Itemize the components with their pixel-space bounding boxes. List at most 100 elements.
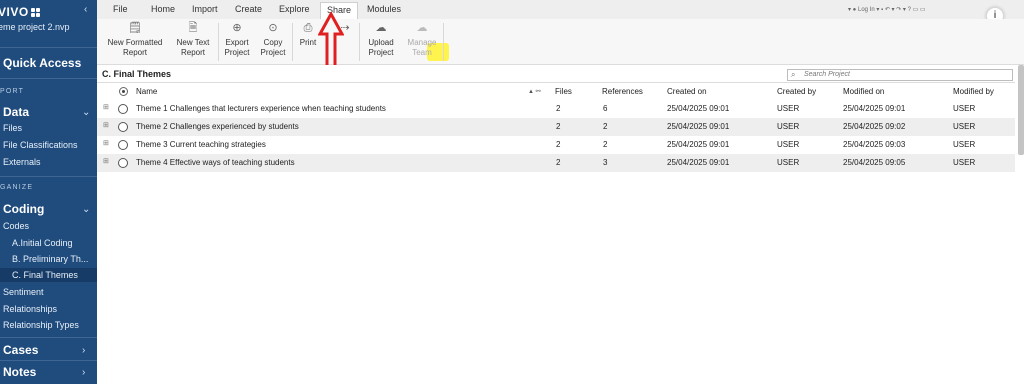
window-controls-icon[interactable]: ▾ ▪ ↶ ▾ ↷ ▾ ? ▭ ▭ <box>876 7 925 13</box>
logo-dots-icon <box>30 7 40 17</box>
row-modified-by: USER <box>953 158 976 167</box>
search-project-input[interactable]: ⌕ Search Project <box>787 69 1013 81</box>
row-modified-by: USER <box>953 104 976 113</box>
sidebar-item-externals[interactable]: Externals <box>3 157 41 167</box>
row-modified-on: 25/04/2025 09:05 <box>843 158 906 167</box>
divider <box>0 47 97 48</box>
manage-team-button[interactable]: ☁ Manage Team <box>404 21 440 58</box>
report-icon: 🗒 <box>128 22 142 34</box>
expand-icon[interactable]: ⊞ <box>103 139 109 147</box>
divider <box>292 23 293 61</box>
chevron-down-icon[interactable]: ⌄ <box>82 107 90 118</box>
row-files: 2 <box>556 140 561 149</box>
group-notes-title[interactable]: Notes <box>3 365 36 379</box>
col-references[interactable]: References <box>602 87 643 96</box>
sidebar-item-preliminary-themes[interactable]: B. Preliminary Th... <box>12 254 88 264</box>
list-view: C. Final Themes ⌕ Search Project Name ▲ … <box>97 65 1024 384</box>
printer-icon: ⎙ <box>303 22 313 34</box>
row-created-on: 25/04/2025 09:01 <box>667 122 730 131</box>
collapse-sidebar-icon[interactable]: ‹ <box>84 4 87 15</box>
export-project-button[interactable]: ⊕ Export Project <box>220 21 254 58</box>
section-label-import: PORT <box>0 88 25 95</box>
row-references: 6 <box>603 104 608 113</box>
row-radio[interactable] <box>118 158 128 168</box>
table-row[interactable]: ⊞ Theme 4 Effective ways of teaching stu… <box>97 154 1015 172</box>
sidebar-item-files[interactable]: Files <box>3 123 22 133</box>
divider <box>0 337 97 338</box>
row-radio[interactable] <box>118 140 128 150</box>
folder-title: C. Final Themes <box>102 69 172 79</box>
tab-explore[interactable]: Explore <box>279 4 310 14</box>
col-modified-on[interactable]: Modified on <box>843 87 884 96</box>
divider <box>0 78 97 79</box>
select-all-radio[interactable] <box>119 87 128 96</box>
new-formatted-report-button[interactable]: 🗒 New Formatted Report <box>103 21 167 58</box>
divider <box>0 176 97 177</box>
row-radio[interactable] <box>118 104 128 114</box>
divider <box>443 23 444 61</box>
group-data-title[interactable]: Data <box>3 105 29 119</box>
new-text-report-button[interactable]: 🗎 New Text Report <box>171 21 215 58</box>
login-link[interactable]: Log In <box>858 7 875 13</box>
col-name[interactable]: Name <box>136 87 157 96</box>
row-created-by: USER <box>777 122 800 131</box>
col-created-by[interactable]: Created by <box>777 87 816 96</box>
expand-icon[interactable]: ⊞ <box>103 103 109 111</box>
col-files[interactable]: Files <box>555 87 572 96</box>
tab-file[interactable]: File <box>113 4 128 14</box>
divider <box>359 23 360 61</box>
ribbon-tabs: File Home Import Create Explore Share Mo… <box>97 0 1024 19</box>
quick-access-item[interactable]: Quick Access <box>3 56 81 70</box>
copy-icon: ⊙ <box>268 22 278 34</box>
row-files: 2 <box>556 122 561 131</box>
chevron-down-icon[interactable]: ⌄ <box>82 204 90 215</box>
col-modified-by[interactable]: Modified by <box>953 87 994 96</box>
copy-project-button[interactable]: ⊙ Copy Project <box>257 21 289 58</box>
section-label-organize: GANIZE <box>0 184 34 191</box>
row-created-on: 25/04/2025 09:01 <box>667 104 730 113</box>
upload-project-button[interactable]: ☁ Upload Project <box>363 21 399 58</box>
chevron-right-icon[interactable]: › <box>82 367 85 378</box>
tab-create[interactable]: Create <box>235 4 262 14</box>
expand-icon[interactable]: ⊞ <box>103 121 109 129</box>
row-name: Theme 3 Current teaching strategies <box>136 140 266 149</box>
tab-home[interactable]: Home <box>151 4 175 14</box>
app-window: VIVO ‹ eme project 2.nvp Quick Access PO… <box>0 0 1024 384</box>
project-name: eme project 2.nvp <box>0 22 70 32</box>
expand-icon[interactable]: ⊞ <box>103 157 109 165</box>
tab-modules[interactable]: Modules <box>367 4 401 14</box>
row-references: 2 <box>603 140 608 149</box>
table-row[interactable]: ⊞ Theme 3 Current teaching strategies 2 … <box>97 136 1015 154</box>
chevron-right-icon[interactable]: › <box>82 345 85 356</box>
group-coding-title[interactable]: Coding <box>3 202 44 216</box>
sidebar-item-file-classifications[interactable]: File Classifications <box>3 140 78 150</box>
row-references: 2 <box>603 122 608 131</box>
sidebar-item-relationships[interactable]: Relationships <box>3 304 57 314</box>
table-row[interactable]: ⊞ Theme 1 Challenges that lecturers expe… <box>97 100 1015 118</box>
vertical-scrollbar[interactable] <box>1018 65 1024 155</box>
sidebar-item-sentiment[interactable]: Sentiment <box>3 287 44 297</box>
table-row[interactable]: ⊞ Theme 2 Challenges experienced by stud… <box>97 118 1015 136</box>
table-header: Name ▲ ⚯ Files References Created on Cre… <box>97 84 1015 100</box>
tab-import[interactable]: Import <box>192 4 218 14</box>
text-report-icon: 🗎 <box>188 22 198 34</box>
row-files: 2 <box>556 158 561 167</box>
team-cloud-icon: ☁ <box>416 22 428 34</box>
sidebar-item-final-themes[interactable]: C. Final Themes <box>0 268 97 282</box>
row-references: 3 <box>603 158 608 167</box>
app-logo: VIVO <box>0 5 40 19</box>
row-modified-by: USER <box>953 140 976 149</box>
navigation-sidebar: VIVO ‹ eme project 2.nvp Quick Access PO… <box>0 0 97 384</box>
dropdown-icon[interactable]: ▾ ● <box>848 7 856 13</box>
col-created-on[interactable]: Created on <box>667 87 707 96</box>
sidebar-item-codes[interactable]: Codes <box>3 221 29 231</box>
group-cases-title[interactable]: Cases <box>3 343 38 357</box>
sidebar-item-relationship-types[interactable]: Relationship Types <box>3 320 79 330</box>
sidebar-item-initial-coding[interactable]: A.Initial Coding <box>12 238 73 248</box>
row-created-by: USER <box>777 140 800 149</box>
export-icon: ⊕ <box>232 22 242 34</box>
sort-icon[interactable]: ▲ ⚯ <box>528 88 541 95</box>
row-radio[interactable] <box>118 122 128 132</box>
row-created-on: 25/04/2025 09:01 <box>667 140 730 149</box>
row-modified-on: 25/04/2025 09:03 <box>843 140 906 149</box>
